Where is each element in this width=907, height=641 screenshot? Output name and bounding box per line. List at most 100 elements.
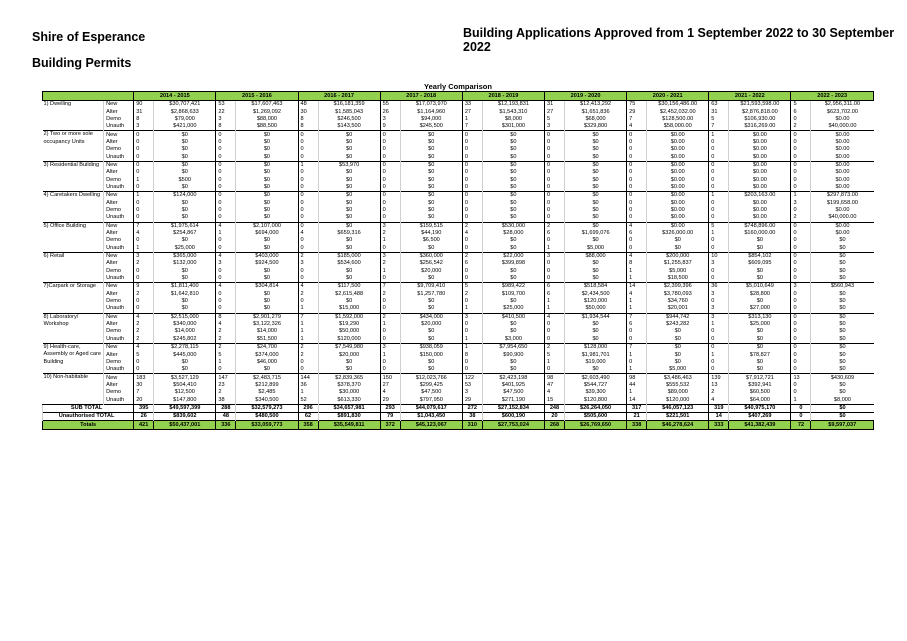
row-type: Alter: [103, 138, 134, 147]
value-cell: $1,164,960: [399, 108, 463, 116]
table-row: Demo 0 $0 0 $0 0 $0 1 $6,500 0 $0 0 $0 0 $0 0 $0 0 $0: [43, 237, 874, 245]
table-row: Unauth 20 $147,800 38 $340,500 52 $613,330 29 $7…: [43, 396, 874, 405]
value-cell: $24,700: [235, 343, 298, 352]
value-cell: $0.00: [646, 221, 709, 230]
value-cell: $0: [399, 138, 463, 147]
count-cell: 0: [379, 191, 401, 200]
summary-count: 0: [790, 412, 811, 421]
value-cell: $2,434,500: [563, 290, 627, 298]
value-cell: $160,000.00: [728, 229, 791, 238]
count-cell: 3: [297, 260, 319, 268]
value-cell: $0: [810, 274, 874, 283]
count-cell: 0: [215, 290, 236, 298]
value-cell: $0: [810, 244, 874, 253]
value-cell: $47,500: [399, 389, 463, 397]
count-cell: 5: [543, 351, 565, 359]
count-cell: 63: [708, 100, 729, 109]
row-type: Unauth: [103, 153, 134, 162]
count-cell: 0: [215, 138, 236, 147]
table-row: Unauth 0 $0 0 $0 0 $0 0 $0 0 $0 0 $0 1 $18,500 0 $0 0 $0: [43, 274, 874, 283]
value-cell: $1,642,810: [153, 290, 216, 298]
summary-value: $27,152,834: [481, 403, 545, 413]
count-cell: 1: [543, 297, 565, 306]
count-cell: 0: [626, 214, 647, 222]
value-cell: $0: [481, 328, 545, 336]
count-cell: 2: [379, 290, 401, 298]
value-cell: $365,000: [153, 251, 216, 261]
value-cell: $1,651,836: [563, 108, 627, 116]
value-cell: $0: [399, 274, 463, 283]
count-cell: 4: [626, 251, 647, 261]
count-cell: 0: [215, 146, 236, 154]
count-cell: 0: [215, 244, 236, 253]
summary-value: $407,269: [728, 412, 791, 421]
count-cell: 5: [133, 351, 154, 359]
totals-row: Totals 421 $50,437,001 336 $33,059,773 358 $35…: [41, 420, 874, 430]
count-cell: 0: [543, 146, 565, 154]
category-label: 8) Laboratory/ Workshop: [42, 312, 104, 344]
count-cell: 0: [133, 199, 154, 207]
value-cell: $19,000: [563, 358, 627, 367]
value-cell: $0: [317, 358, 381, 367]
value-cell: $0: [563, 320, 627, 329]
count-cell: 2: [790, 214, 811, 222]
value-cell: $0: [399, 146, 463, 154]
value-cell: $0: [481, 297, 545, 306]
count-cell: 0: [543, 274, 565, 283]
count-cell: 0: [543, 153, 565, 162]
count-cell: 3: [708, 305, 729, 314]
value-cell: $623,702.00: [810, 108, 874, 116]
count-cell: 6: [543, 229, 565, 238]
value-cell: $117,500: [317, 282, 381, 291]
category-label: 7)Carpark or Storage: [42, 282, 104, 314]
table-row: Alter 0 $0 0 $0 0 $0 0 $0 0 $0 0 $0 0 $0.00 0 $0.00 0 $0.0…: [43, 138, 874, 147]
count-cell: 1: [297, 305, 319, 314]
totals-value: $9,597,037: [810, 420, 874, 430]
value-cell: $0: [563, 214, 627, 222]
value-cell: $0.00: [810, 169, 874, 177]
value-cell: $0.00: [728, 130, 791, 139]
count-cell: 0: [790, 130, 811, 139]
value-cell: $0: [810, 351, 874, 359]
value-cell: $120,000: [646, 396, 709, 405]
summary-value: $505,600: [563, 412, 627, 421]
count-cell: 0: [790, 229, 811, 238]
count-cell: 0: [790, 290, 811, 298]
value-cell: $0: [235, 176, 298, 184]
category-label: 1) Dwelling: [42, 99, 104, 131]
value-cell: $39,300: [563, 389, 627, 397]
summary-value: $0: [810, 412, 874, 421]
count-cell: 0: [626, 328, 647, 336]
value-cell: $0: [481, 199, 545, 207]
value-cell: $0: [728, 237, 791, 245]
row-type: Demo: [103, 176, 134, 184]
value-cell: $12,023,766: [399, 373, 463, 382]
count-cell: 0: [379, 305, 401, 314]
count-cell: 4: [297, 282, 319, 291]
count-cell: 4: [133, 312, 154, 321]
value-cell: $0: [399, 305, 463, 314]
count-cell: 0: [379, 130, 401, 139]
value-cell: $297,873.00: [810, 191, 874, 200]
count-cell: 0: [297, 358, 319, 367]
table-row: 10) Non-habitable New 183 $3,527,129 147 $2,4…: [42, 373, 874, 405]
count-cell: 0: [297, 183, 319, 192]
value-cell: $0: [317, 176, 381, 184]
value-cell: $0: [317, 214, 381, 222]
count-cell: 0: [543, 335, 565, 344]
value-cell: $0: [810, 267, 874, 275]
summary-count: 319: [708, 403, 729, 413]
value-cell: $3,000: [481, 335, 545, 344]
value-cell: $0: [399, 206, 463, 215]
count-cell: 1: [297, 335, 319, 344]
value-cell: $0: [646, 244, 709, 253]
count-cell: 0: [543, 130, 565, 139]
count-cell: 4: [133, 229, 154, 238]
value-cell: $1,543,310: [481, 108, 545, 116]
value-cell: $0.00: [728, 206, 791, 215]
value-cell: $304,814: [235, 282, 298, 291]
count-cell: 0: [626, 176, 647, 184]
value-cell: $0: [646, 351, 709, 359]
value-cell: $0.00: [728, 176, 791, 184]
count-cell: 1: [461, 305, 483, 314]
